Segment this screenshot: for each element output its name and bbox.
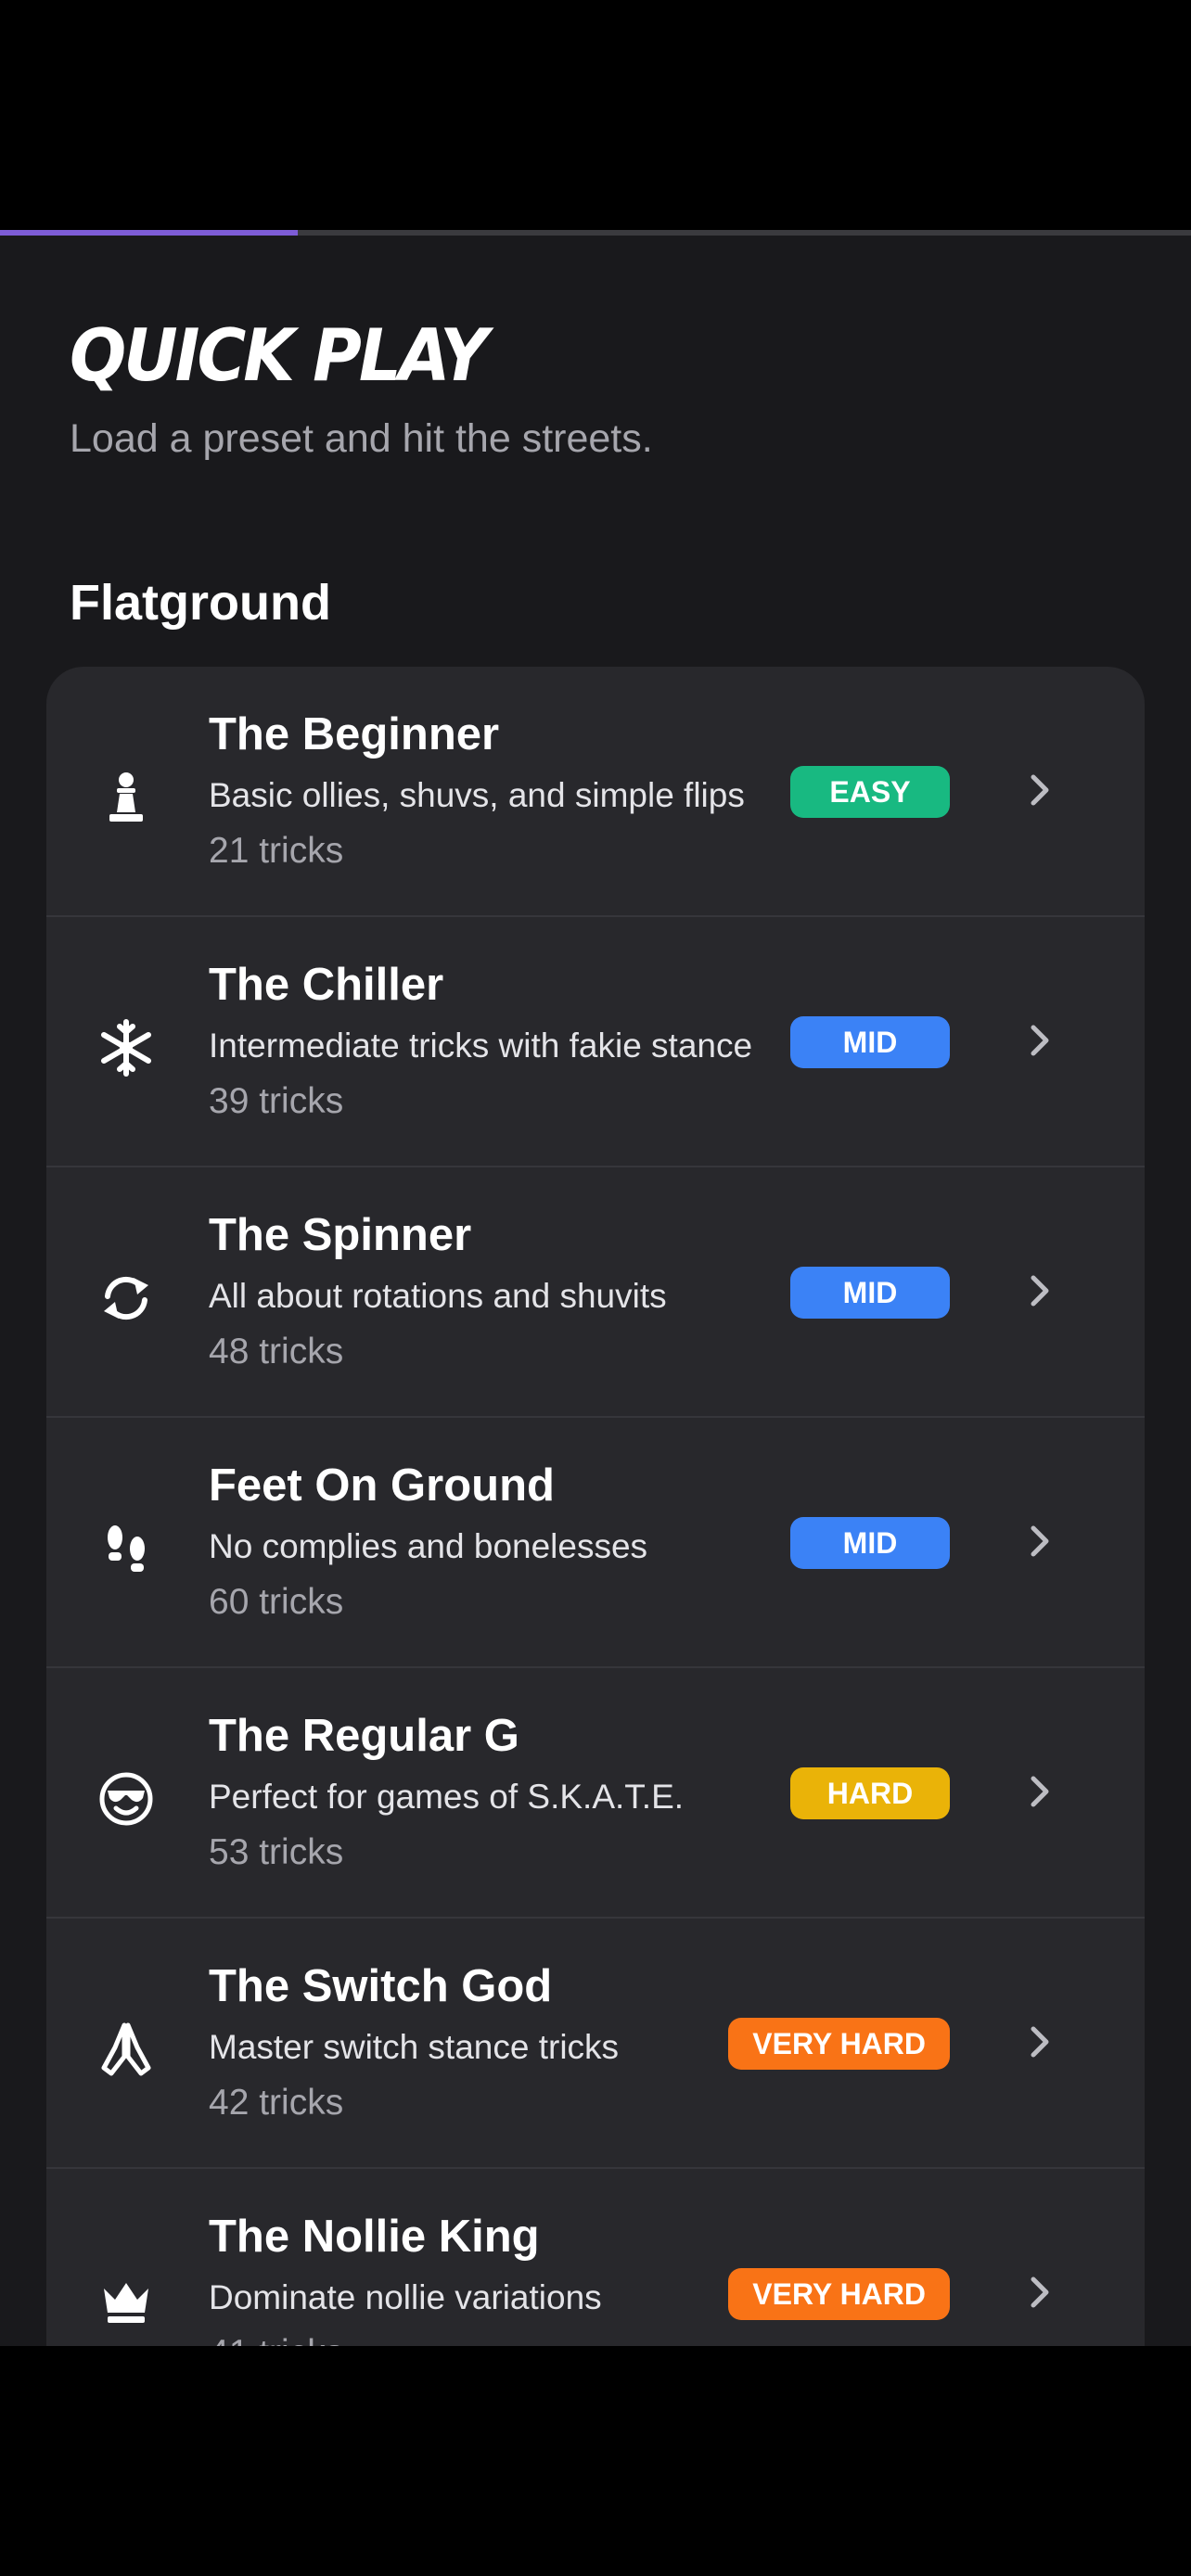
chevron-right-icon — [1018, 1520, 1061, 1562]
praying-hands-icon — [93, 2016, 160, 2083]
preset-trick-count: 21 tricks — [209, 831, 344, 871]
difficulty-badge: MID — [790, 1517, 950, 1569]
preset-name: The Switch God — [209, 1961, 553, 2011]
difficulty-badge: MID — [790, 1267, 950, 1319]
chevron-right-icon — [1018, 1770, 1061, 1813]
preset-row-beginner[interactable]: The Beginner Basic ollies, shuvs, and si… — [46, 667, 1145, 917]
quick-play-screen: QUICK PLAY Load a preset and hit the str… — [0, 236, 1191, 2346]
preset-name: Feet On Ground — [209, 1460, 555, 1511]
preset-description: Basic ollies, shuvs, and simple flips — [209, 776, 745, 814]
difficulty-badge: EASY — [790, 766, 950, 818]
snowflake-icon — [93, 1014, 160, 1081]
crown-icon — [93, 2266, 160, 2333]
chess-pawn-icon — [93, 764, 160, 831]
preset-name: The Spinner — [209, 1210, 472, 1260]
chevron-right-icon — [1018, 1269, 1061, 1312]
difficulty-badge: MID — [790, 1016, 950, 1068]
navigation-bar-area — [0, 2346, 1191, 2576]
sunglasses-face-icon — [93, 1766, 160, 1832]
preset-description: Master switch stance tricks — [209, 2028, 620, 2066]
preset-row-chiller[interactable]: The Chiller Intermediate tricks with fak… — [46, 917, 1145, 1167]
preset-name: The Nollie King — [209, 2212, 540, 2262]
preset-row-nollie-king[interactable]: The Nollie King Dominate nollie variatio… — [46, 2169, 1145, 2346]
preset-description: All about rotations and shuvits — [209, 1277, 667, 1315]
preset-name: The Regular G — [209, 1711, 519, 1761]
page-subtitle: Load a preset and hit the streets. — [70, 416, 653, 461]
difficulty-badge: VERY HARD — [728, 2018, 950, 2070]
preset-name: The Beginner — [209, 709, 500, 759]
preset-row-regular-g[interactable]: The Regular G Perfect for games of S.K.A… — [46, 1668, 1145, 1919]
status-bar-area — [0, 0, 1191, 230]
preset-name: The Chiller — [209, 960, 444, 1010]
preset-description: Dominate nollie variations — [209, 2278, 602, 2316]
preset-trick-count: 41 tricks — [209, 2333, 343, 2346]
chevron-right-icon — [1018, 2271, 1061, 2314]
preset-list: The Beginner Basic ollies, shuvs, and si… — [46, 667, 1145, 2346]
preset-description: Perfect for games of S.K.A.T.E. — [209, 1778, 685, 1816]
preset-trick-count: 39 tricks — [209, 1081, 344, 1121]
chevron-right-icon — [1018, 2021, 1061, 2063]
difficulty-badge: HARD — [790, 1767, 950, 1819]
footprints-icon — [93, 1515, 160, 1582]
chevron-right-icon — [1018, 769, 1061, 811]
chevron-right-icon — [1018, 1019, 1061, 1062]
preset-description: Intermediate tricks with fakie stance — [209, 1027, 753, 1065]
rotate-arrows-icon — [93, 1265, 160, 1332]
preset-trick-count: 60 tricks — [209, 1582, 344, 1622]
preset-row-spinner[interactable]: The Spinner All about rotations and shuv… — [46, 1167, 1145, 1418]
preset-description: No complies and bonelesses — [209, 1527, 648, 1565]
page-title: QUICK PLAY — [70, 312, 488, 398]
difficulty-badge: VERY HARD — [728, 2268, 950, 2320]
preset-trick-count: 42 tricks — [209, 2083, 344, 2123]
preset-trick-count: 53 tricks — [209, 1832, 344, 1872]
preset-row-feet-on-ground[interactable]: Feet On Ground No complies and bonelesse… — [46, 1418, 1145, 1668]
preset-trick-count: 48 tricks — [209, 1332, 344, 1371]
section-title: Flatground — [70, 575, 331, 631]
preset-row-switch-god[interactable]: The Switch God Master switch stance tric… — [46, 1919, 1145, 2169]
